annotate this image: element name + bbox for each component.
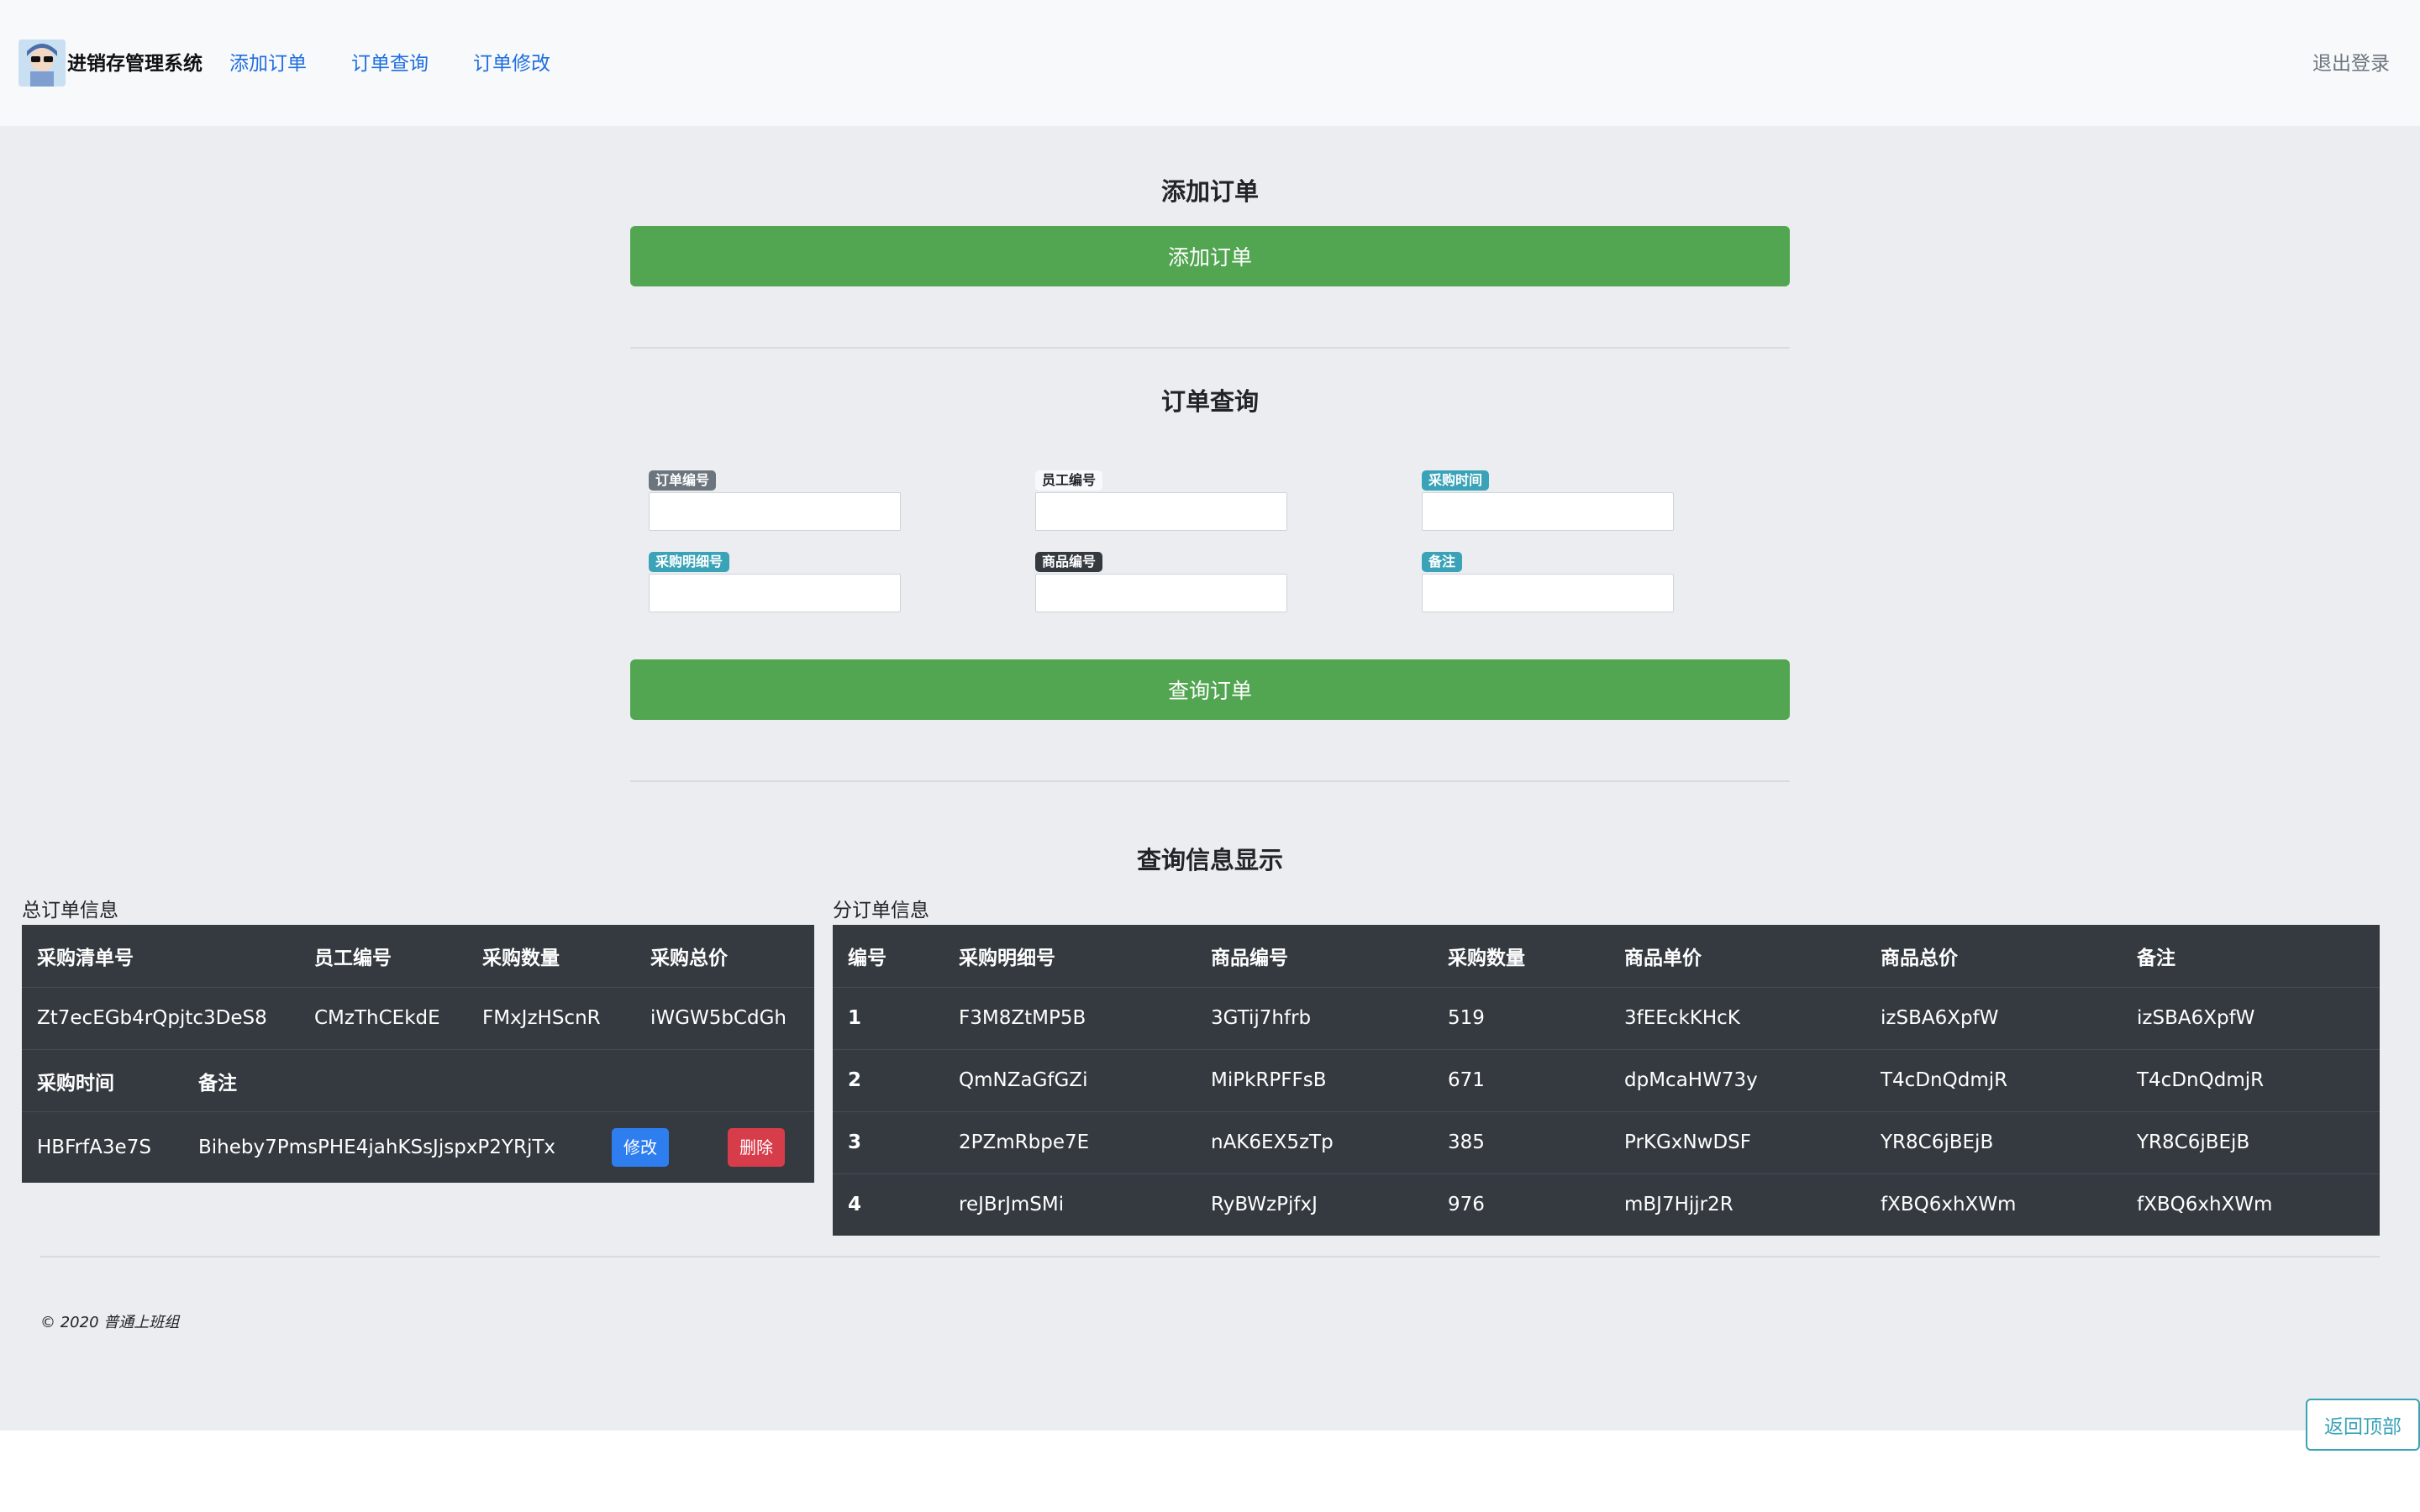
table-header-cell: 采购时间	[37, 1072, 114, 1095]
main-content: 添加订单 添加订单 订单查询 订单编号 员工编号 采购时间 采购明细号 商品编号…	[0, 126, 2420, 1431]
table-cell: FMxJzHScnR	[467, 986, 635, 1049]
table-cell: fXBQ6xhXWm	[1865, 1173, 2122, 1236]
logo-avatar-icon	[18, 39, 66, 87]
field-order-id: 订单编号	[649, 470, 901, 531]
table-cell: dpMcaHW73y	[1609, 1048, 1865, 1111]
remark-input[interactable]	[1422, 574, 1674, 612]
table-cell: 976	[1433, 1173, 1609, 1236]
table-header-cell: 备注	[2137, 947, 2175, 969]
table-cell: fXBQ6xhXWm	[2122, 1173, 2380, 1236]
field-purchase-time: 采购时间	[1422, 470, 1674, 531]
table-cell: Biheby7PmsPHE4jahKSsJjspxP2YRjTx	[183, 1111, 612, 1183]
table-cell: 1	[833, 986, 944, 1049]
edit-button[interactable]: 修改	[612, 1127, 669, 1167]
table-cell: iWGW5bCdGh	[635, 986, 814, 1049]
table-cell: izSBA6XpfW	[1865, 986, 2122, 1049]
table-row: 2 QmNZaGfGZi MiPkRPFFsB 671 dpMcaHW73y T…	[833, 1048, 2380, 1111]
table-header-cell: 采购数量	[482, 947, 560, 969]
table-cell: 385	[1433, 1110, 1609, 1173]
results-title: 查询信息显示	[1136, 846, 1283, 874]
table-cell: YR8C6jBEjB	[2122, 1110, 2380, 1173]
table-cell: T4cDnQdmjR	[2122, 1048, 2380, 1111]
nav-link-order-query[interactable]: 订单查询	[351, 47, 429, 76]
logout-link[interactable]: 退出登录	[2312, 47, 2390, 76]
field-remark: 备注	[1422, 552, 1674, 612]
table-row: 1 F3M8ZtMP5B 3GTij7hfrb 519 3fEEckKHcK i…	[833, 986, 2380, 1049]
table-header-row: 采购清单号 员工编号 采购数量 采购总价	[22, 925, 814, 987]
table-row: 4 reJBrJmSMi RyBWzPjfxJ 976 mBJ7Hjjr2R f…	[833, 1173, 2380, 1236]
table-cell: izSBA6XpfW	[2122, 986, 2380, 1049]
field-product-id: 商品编号	[1035, 552, 1287, 612]
table-cell: 2PZmRbpe7E	[944, 1110, 1196, 1173]
product-id-input[interactable]	[1035, 574, 1287, 612]
table-cell: 2	[833, 1048, 944, 1111]
table-cell: YR8C6jBEjB	[1865, 1110, 2122, 1173]
table-header-cell: 编号	[848, 947, 886, 969]
table-cell: reJBrJmSMi	[944, 1173, 1196, 1236]
purchase-time-input[interactable]	[1422, 492, 1674, 531]
table-cell: 4	[833, 1173, 944, 1236]
field-employee-id: 员工编号	[1035, 470, 1287, 531]
back-to-top-button[interactable]: 返回顶部	[2306, 1399, 2420, 1451]
table-cell: RyBWzPjfxJ	[1196, 1173, 1433, 1236]
table-cell: nAK6EX5zTp	[1196, 1110, 1433, 1173]
detail-order-table: 编号 采购明细号 商品编号 采购数量 商品单价 商品总价 备注 1 F3M8Zt…	[833, 925, 2380, 1236]
table-header-row: 编号 采购明细号 商品编号 采购数量 商品单价 商品总价 备注	[833, 925, 2380, 987]
detail-order-caption: 分订单信息	[833, 900, 929, 921]
table-cell: 671	[1433, 1048, 1609, 1111]
employee-id-input[interactable]	[1035, 492, 1287, 531]
footer-divider	[40, 1256, 2380, 1257]
remark-label: 备注	[1422, 552, 1463, 572]
table-cell: MiPkRPFFsB	[1196, 1048, 1433, 1111]
table-row: Zt7ecEGb4rQpjtc3DeS8 CMzThCEkdE FMxJzHSc…	[22, 986, 814, 1049]
table-header-cell: 备注	[198, 1072, 237, 1095]
table-cell: 519	[1433, 986, 1609, 1049]
table-cell: mBJ7Hjjr2R	[1609, 1173, 1865, 1236]
order-query-title: 订单查询	[1160, 387, 1259, 416]
navbar: 进销存管理系统 添加订单 订单查询 订单修改 退出登录	[0, 0, 2420, 126]
table-cell: 3fEEckKHcK	[1609, 986, 1865, 1049]
table-header-cell: 商品编号	[1211, 947, 1288, 969]
total-order-table: 采购清单号 员工编号 采购数量 采购总价 Zt7ecEGb4rQpjtc3DeS…	[22, 925, 814, 1049]
table-cell: Zt7ecEGb4rQpjtc3DeS8	[22, 986, 299, 1049]
purchase-detail-id-input[interactable]	[649, 574, 901, 612]
product-id-label: 商品编号	[1035, 552, 1103, 572]
field-purchase-detail-id: 采购明细号	[649, 552, 901, 612]
table-header-cell: 采购明细号	[959, 947, 1055, 969]
table-header-cell: 商品总价	[1881, 947, 1958, 969]
total-order-table-part2: 采购时间 备注 HBFrfA3e7S Biheby7PmsPHE4jahKSsJ…	[22, 1049, 814, 1183]
employee-id-label: 员工编号	[1035, 470, 1103, 491]
total-order-caption: 总订单信息	[22, 900, 118, 921]
table-cell: T4cDnQdmjR	[1865, 1048, 2122, 1111]
nav-link-order-edit[interactable]: 订单修改	[473, 47, 550, 76]
table-header-cell: 采购清单号	[37, 947, 134, 969]
table-cell: PrKGxNwDSF	[1609, 1110, 1865, 1173]
purchase-time-label: 采购时间	[1422, 470, 1490, 491]
table-row: 3 2PZmRbpe7E nAK6EX5zTp 385 PrKGxNwDSF Y…	[833, 1110, 2380, 1173]
table-cell: 3GTij7hfrb	[1196, 986, 1433, 1049]
table-header-cell: 采购数量	[1448, 947, 1525, 969]
order-id-label: 订单编号	[649, 470, 717, 491]
table-header-cell: 商品单价	[1624, 947, 1702, 969]
purchase-detail-id-label: 采购明细号	[649, 552, 730, 572]
table-cell: F3M8ZtMP5B	[944, 986, 1196, 1049]
table-cell: 3	[833, 1110, 944, 1173]
table-row: HBFrfA3e7S Biheby7PmsPHE4jahKSsJjspxP2YR…	[22, 1111, 814, 1183]
divider	[630, 347, 1790, 349]
add-order-button[interactable]: 添加订单	[630, 226, 1790, 286]
table-header-cell: 员工编号	[314, 947, 392, 969]
table-cell: QmNZaGfGZi	[944, 1048, 1196, 1111]
footer-copyright: © 2020 普通上班组	[40, 1314, 180, 1331]
table-header-cell: 采购总价	[650, 947, 728, 969]
table-cell: HBFrfA3e7S	[22, 1111, 183, 1183]
table-cell: CMzThCEkdE	[299, 986, 467, 1049]
query-order-button[interactable]: 查询订单	[630, 659, 1790, 720]
delete-button[interactable]: 删除	[728, 1127, 785, 1167]
table-header-row: 采购时间 备注	[22, 1050, 814, 1112]
divider	[630, 780, 1790, 782]
add-order-title: 添加订单	[1160, 177, 1259, 206]
order-id-input[interactable]	[649, 492, 901, 531]
nav-link-add-order[interactable]: 添加订单	[229, 47, 307, 76]
brand-title[interactable]: 进销存管理系统	[67, 47, 203, 76]
